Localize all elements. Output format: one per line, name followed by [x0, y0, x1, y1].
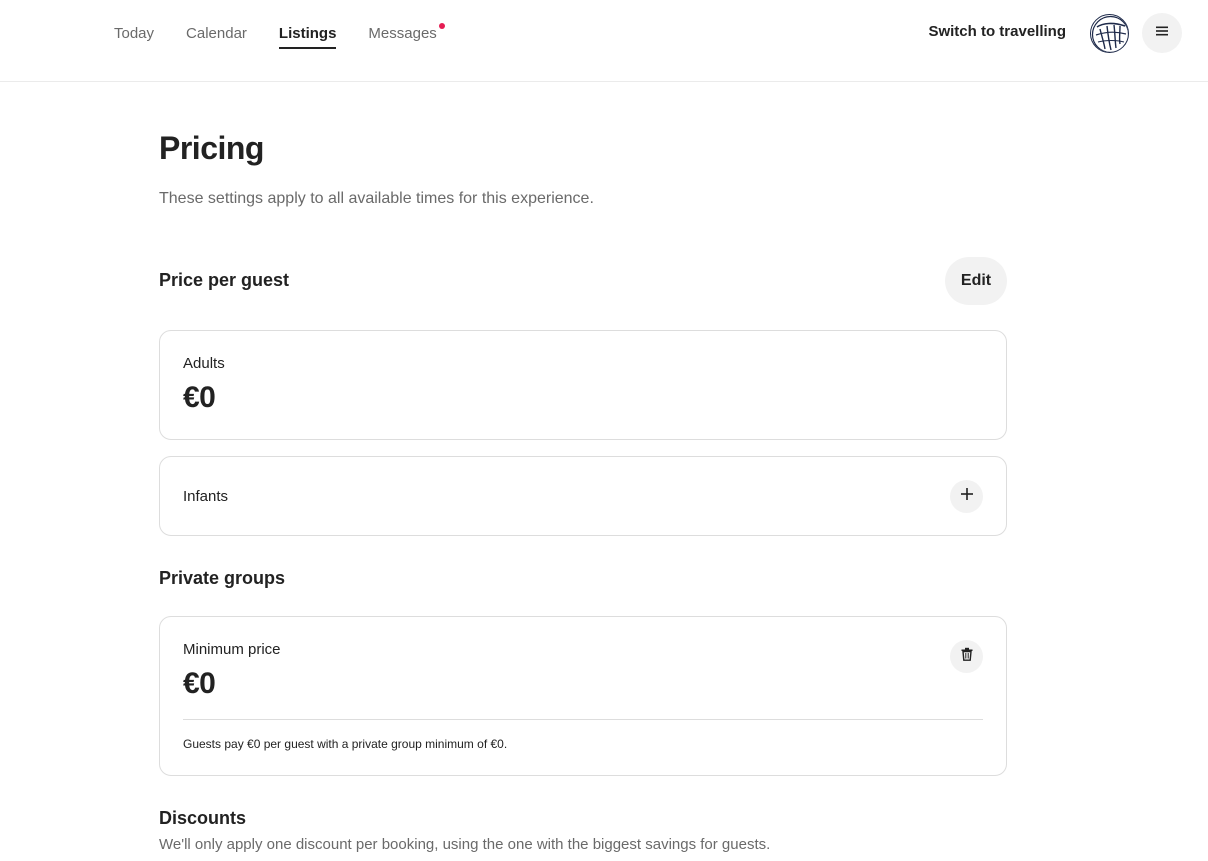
notification-dot — [438, 22, 445, 29]
main-menu-button[interactable] — [1142, 13, 1182, 53]
nav-item-today[interactable]: Today — [114, 21, 154, 46]
infants-price-card[interactable]: Infants — [159, 456, 1007, 536]
main-nav: Today Calendar Listings Messages — [114, 0, 469, 66]
nav-item-messages-label: Messages — [368, 24, 437, 42]
page-title: Pricing — [159, 130, 264, 166]
minimum-price-label: Minimum price — [183, 641, 281, 658]
adults-label: Adults — [183, 355, 225, 372]
private-group-minimum-card[interactable]: Minimum price €0 Guests pay €0 per guest… — [159, 616, 1007, 776]
minimum-price-value: €0 — [183, 667, 216, 700]
trash-icon — [960, 647, 974, 666]
nav-item-listings[interactable]: Listings — [278, 21, 336, 49]
page-subtitle: These settings apply to all available ti… — [159, 190, 594, 207]
discounts-heading: Discounts — [159, 808, 247, 828]
infants-label: Infants — [183, 488, 229, 505]
hamburger-icon — [1154, 23, 1170, 44]
discounts-subtitle: We'll only apply one discount per bookin… — [159, 836, 771, 853]
nav-item-calendar[interactable]: Calendar — [186, 21, 247, 46]
card-divider — [183, 719, 983, 720]
plus-icon — [960, 487, 974, 506]
private-group-note: Guests pay €0 per guest with a private g… — [183, 737, 508, 751]
edit-price-button[interactable]: Edit — [945, 257, 1007, 305]
top-navigation-bar: Today Calendar Listings Messages Switch … — [0, 0, 1208, 82]
adults-price-value: €0 — [183, 381, 216, 414]
add-infants-button[interactable] — [950, 480, 983, 513]
adults-price-card[interactable]: Adults €0 — [159, 330, 1007, 440]
private-groups-heading: Private groups — [159, 568, 286, 588]
price-per-guest-heading: Price per guest — [159, 270, 290, 290]
nav-item-messages[interactable]: Messages — [368, 21, 445, 46]
switch-to-travelling-link[interactable]: Switch to travelling — [928, 23, 1066, 40]
globe-avatar-icon[interactable] — [1090, 14, 1129, 53]
delete-minimum-button[interactable] — [950, 640, 983, 673]
